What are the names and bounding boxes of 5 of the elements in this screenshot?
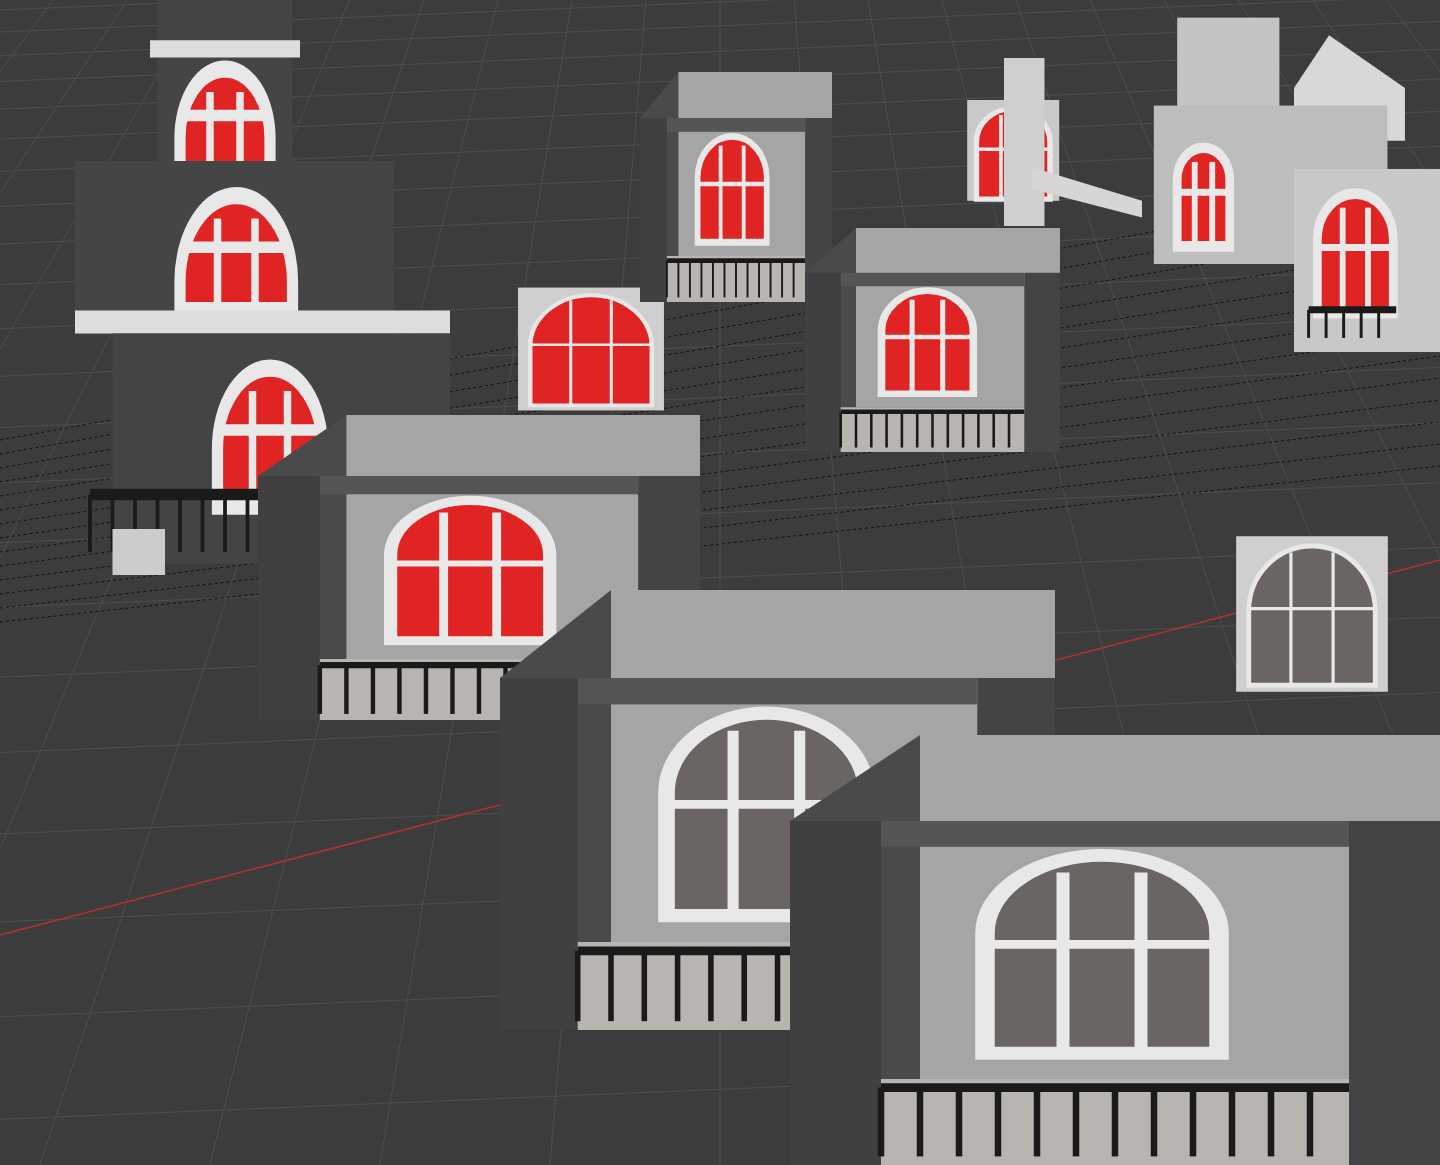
building-model-drawing[interactable] — [640, 72, 832, 302]
building-model-drawing[interactable] — [790, 735, 1440, 1165]
building-model-drawing[interactable] — [805, 228, 1060, 452]
window-model-drawing[interactable] — [1233, 533, 1391, 695]
window-model-drawing[interactable] — [515, 285, 667, 413]
